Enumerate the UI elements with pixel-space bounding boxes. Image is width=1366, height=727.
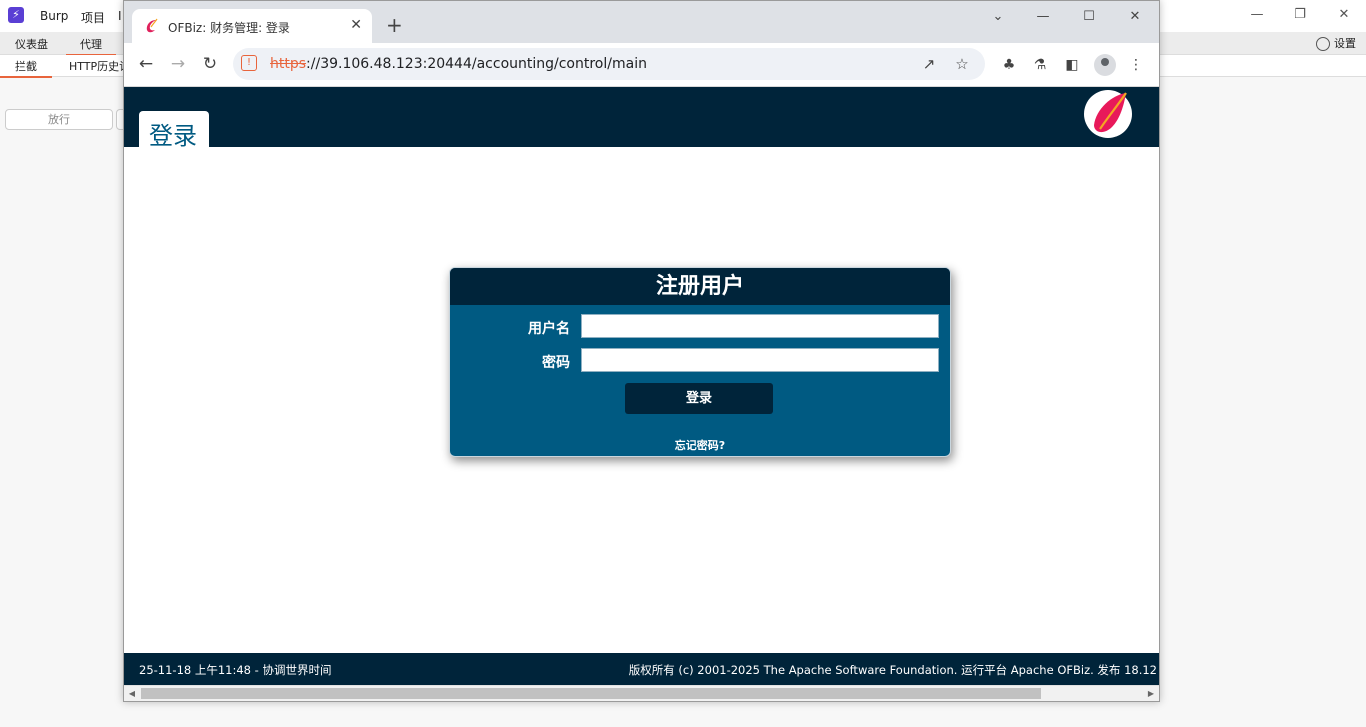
close-icon[interactable]: ✕ (350, 17, 362, 33)
forward-button[interactable]: 放行 (5, 109, 113, 130)
chevron-down-icon[interactable]: ⌄ (986, 9, 1010, 27)
address-bar[interactable]: ! https://39.106.48.123:20444/accounting… (233, 48, 985, 80)
menu-item-intruder[interactable]: I (118, 9, 122, 23)
settings-button[interactable]: 设置 (1316, 35, 1356, 51)
login-button[interactable]: 登录 (625, 383, 773, 414)
menu-item-burp[interactable]: Burp (40, 9, 68, 23)
password-field[interactable] (581, 348, 939, 372)
gear-icon (1316, 37, 1330, 51)
minimize-icon[interactable]: — (1031, 9, 1055, 27)
subtab-http-history[interactable]: HTTP历史记 (69, 58, 130, 74)
settings-label: 设置 (1334, 37, 1356, 50)
browser-window: OFBiz: 财务管理: 登录 ✕ + ⌄ — ☐ ✕ ← → ↻ ! http… (123, 0, 1160, 702)
login-panel-header: 注册用户 (450, 268, 950, 305)
share-icon[interactable]: ↗ (920, 55, 938, 73)
username-label: 用户名 (528, 321, 570, 337)
url-text[interactable]: https://39.106.48.123:20444/accounting/c… (270, 56, 647, 72)
maximize-icon[interactable]: ☐ (1077, 9, 1101, 27)
page-title: 登录 (149, 122, 197, 150)
page-title-tab: 登录 (139, 111, 209, 150)
username-field[interactable] (581, 314, 939, 338)
footer-copyright: 版权所有 (c) 2001-2025 The Apache Software F… (628, 663, 1157, 677)
profile-avatar-icon[interactable] (1094, 54, 1116, 76)
footer-timestamp: 25-11-18 上午11:48 - 协调世界时间 (139, 663, 332, 677)
page-footer: 25-11-18 上午11:48 - 协调世界时间 版权所有 (c) 2001-… (124, 653, 1159, 685)
back-arrow-icon[interactable]: ← (136, 54, 156, 74)
login-heading: 注册用户 (655, 274, 744, 299)
tab-dashboard[interactable]: 仪表盘 (15, 36, 48, 52)
reload-icon[interactable]: ↻ (200, 54, 220, 74)
star-icon[interactable]: ☆ (953, 55, 971, 73)
ofbiz-logo-icon[interactable] (1082, 89, 1134, 139)
forward-arrow-icon[interactable]: → (168, 54, 188, 74)
burp-close-icon[interactable]: ✕ (1334, 6, 1354, 24)
login-panel: 注册用户 用户名 密码 登录 忘记密码? (449, 267, 951, 457)
scrollbar-thumb[interactable] (141, 688, 1041, 699)
kebab-menu-icon[interactable]: ⋮ (1126, 55, 1146, 75)
scroll-left-icon[interactable]: ◀ (126, 687, 138, 700)
side-panel-icon[interactable]: ◧ (1062, 55, 1082, 75)
burp-restore-icon[interactable]: ❐ (1290, 6, 1310, 24)
window-close-icon[interactable]: ✕ (1123, 9, 1147, 27)
browser-tab[interactable]: OFBiz: 财务管理: 登录 ✕ (132, 9, 372, 43)
subtab-intercept[interactable]: 拦截 (0, 58, 52, 78)
url-rest: ://39.106.48.123:20444/accounting/contro… (306, 56, 647, 72)
forgot-password-link[interactable]: 忘记密码? (450, 437, 950, 453)
tab-strip: OFBiz: 财务管理: 登录 ✕ + ⌄ — ☐ ✕ (124, 1, 1159, 43)
page-header: 登录 (124, 87, 1159, 150)
burp-logo-icon: ⚡ (8, 7, 24, 23)
browser-toolbar: ← → ↻ ! https://39.106.48.123:20444/acco… (124, 43, 1159, 87)
password-label: 密码 (542, 355, 570, 371)
tab-proxy[interactable]: 代理 (66, 36, 116, 56)
plus-icon[interactable]: + (386, 15, 403, 35)
ofbiz-favicon-icon (146, 18, 158, 33)
url-scheme: https (270, 56, 307, 72)
not-secure-icon[interactable]: ! (241, 55, 257, 71)
burp-minimize-icon[interactable]: — (1247, 6, 1267, 24)
tab-title: OFBiz: 财务管理: 登录 (168, 21, 290, 35)
web-page: 登录 注册用户 用户名 密码 登录 忘记密码? 25-11-18 上午11:48… (124, 87, 1159, 687)
lab-icon[interactable]: ⚗ (1030, 55, 1050, 75)
horizontal-scrollbar[interactable]: ◀ ▶ (124, 685, 1159, 701)
menu-item-project[interactable]: 项目 (81, 9, 105, 26)
extensions-icon[interactable]: ♣ (999, 55, 1019, 75)
scroll-right-icon[interactable]: ▶ (1145, 687, 1157, 700)
